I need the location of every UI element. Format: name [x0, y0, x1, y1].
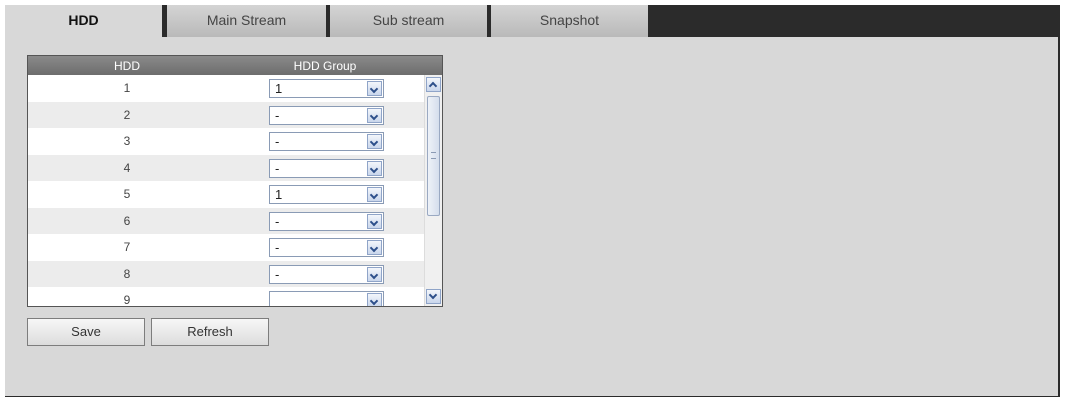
tab-snapshot[interactable]: Snapshot [491, 5, 649, 37]
hdd-group-value: - [275, 134, 280, 149]
refresh-button[interactable]: Refresh [151, 318, 269, 346]
hdd-group-select[interactable]: - [269, 158, 384, 178]
hdd-panel: HDD HDD Group 112-3-4-516-7-8-9 Save Ref… [5, 37, 1060, 397]
table-row: 9 [28, 287, 424, 307]
chevron-down-icon[interactable] [367, 107, 382, 123]
scroll-up-icon[interactable] [426, 77, 441, 92]
chevron-down-icon[interactable] [367, 240, 382, 255]
hdd-group-select[interactable]: - [269, 238, 384, 257]
hdd-group-value: - [275, 107, 280, 123]
hdd-number: 4 [123, 160, 131, 175]
scroll-down-icon[interactable] [426, 289, 441, 304]
tab-sub-stream[interactable]: Sub stream [330, 5, 488, 37]
hdd-group-value: 1 [275, 187, 283, 202]
hdd-number: 3 [123, 134, 131, 148]
chevron-down-icon[interactable] [367, 187, 382, 202]
tab-hdd[interactable]: HDD [5, 5, 163, 40]
chevron-down-icon[interactable] [367, 160, 382, 176]
hdd-group-value: - [275, 160, 280, 176]
table-row: 2- [28, 101, 424, 128]
hdd-group-value: - [275, 240, 280, 255]
hdd-group-select[interactable]: 1 [269, 185, 384, 204]
hdd-group-select[interactable]: - [269, 264, 384, 284]
table-row: 6- [28, 207, 424, 234]
chevron-down-icon[interactable] [367, 213, 382, 229]
tab-bar: HDD Main Stream Sub stream Snapshot [5, 5, 1060, 40]
chevron-down-icon[interactable] [367, 293, 382, 306]
hdd-number: 8 [123, 266, 131, 281]
table-body: 112-3-4-516-7-8-9 [28, 75, 424, 307]
tab-main-stream[interactable]: Main Stream [167, 5, 327, 37]
table-row: 7- [28, 234, 424, 261]
hdd-number: 6 [123, 213, 131, 228]
hdd-group-value: - [275, 266, 280, 282]
hdd-group-select[interactable]: 1 [269, 79, 384, 98]
hdd-number: 1 [123, 81, 131, 95]
column-header-hdd: HDD [114, 59, 140, 73]
chevron-down-icon[interactable] [367, 81, 382, 96]
hdd-number: 9 [123, 293, 131, 307]
vertical-scrollbar[interactable] [424, 75, 442, 306]
hdd-group-select[interactable]: - [269, 105, 384, 125]
chevron-down-icon[interactable] [367, 134, 382, 149]
table-row: 51 [28, 181, 424, 208]
hdd-group-select[interactable]: - [269, 132, 384, 151]
table-row: 4- [28, 154, 424, 181]
scroll-thumb[interactable] [427, 96, 440, 216]
hdd-number: 2 [123, 107, 131, 122]
table-header: HDD HDD Group [28, 56, 442, 75]
chevron-down-icon[interactable] [367, 266, 382, 282]
save-button[interactable]: Save [27, 318, 145, 346]
hdd-group-select[interactable]: - [269, 211, 384, 231]
table-row: 3- [28, 128, 424, 155]
table-row: 8- [28, 260, 424, 287]
column-header-hdd-group: HDD Group [293, 59, 357, 73]
table-row: 11 [28, 75, 424, 102]
hdd-group-value: - [275, 213, 280, 229]
hdd-number: 7 [123, 240, 131, 254]
hdd-group-table: HDD HDD Group 112-3-4-516-7-8-9 [27, 55, 443, 307]
hdd-group-value: 1 [275, 81, 283, 96]
hdd-group-select[interactable] [269, 291, 384, 306]
hdd-number: 5 [123, 187, 131, 201]
